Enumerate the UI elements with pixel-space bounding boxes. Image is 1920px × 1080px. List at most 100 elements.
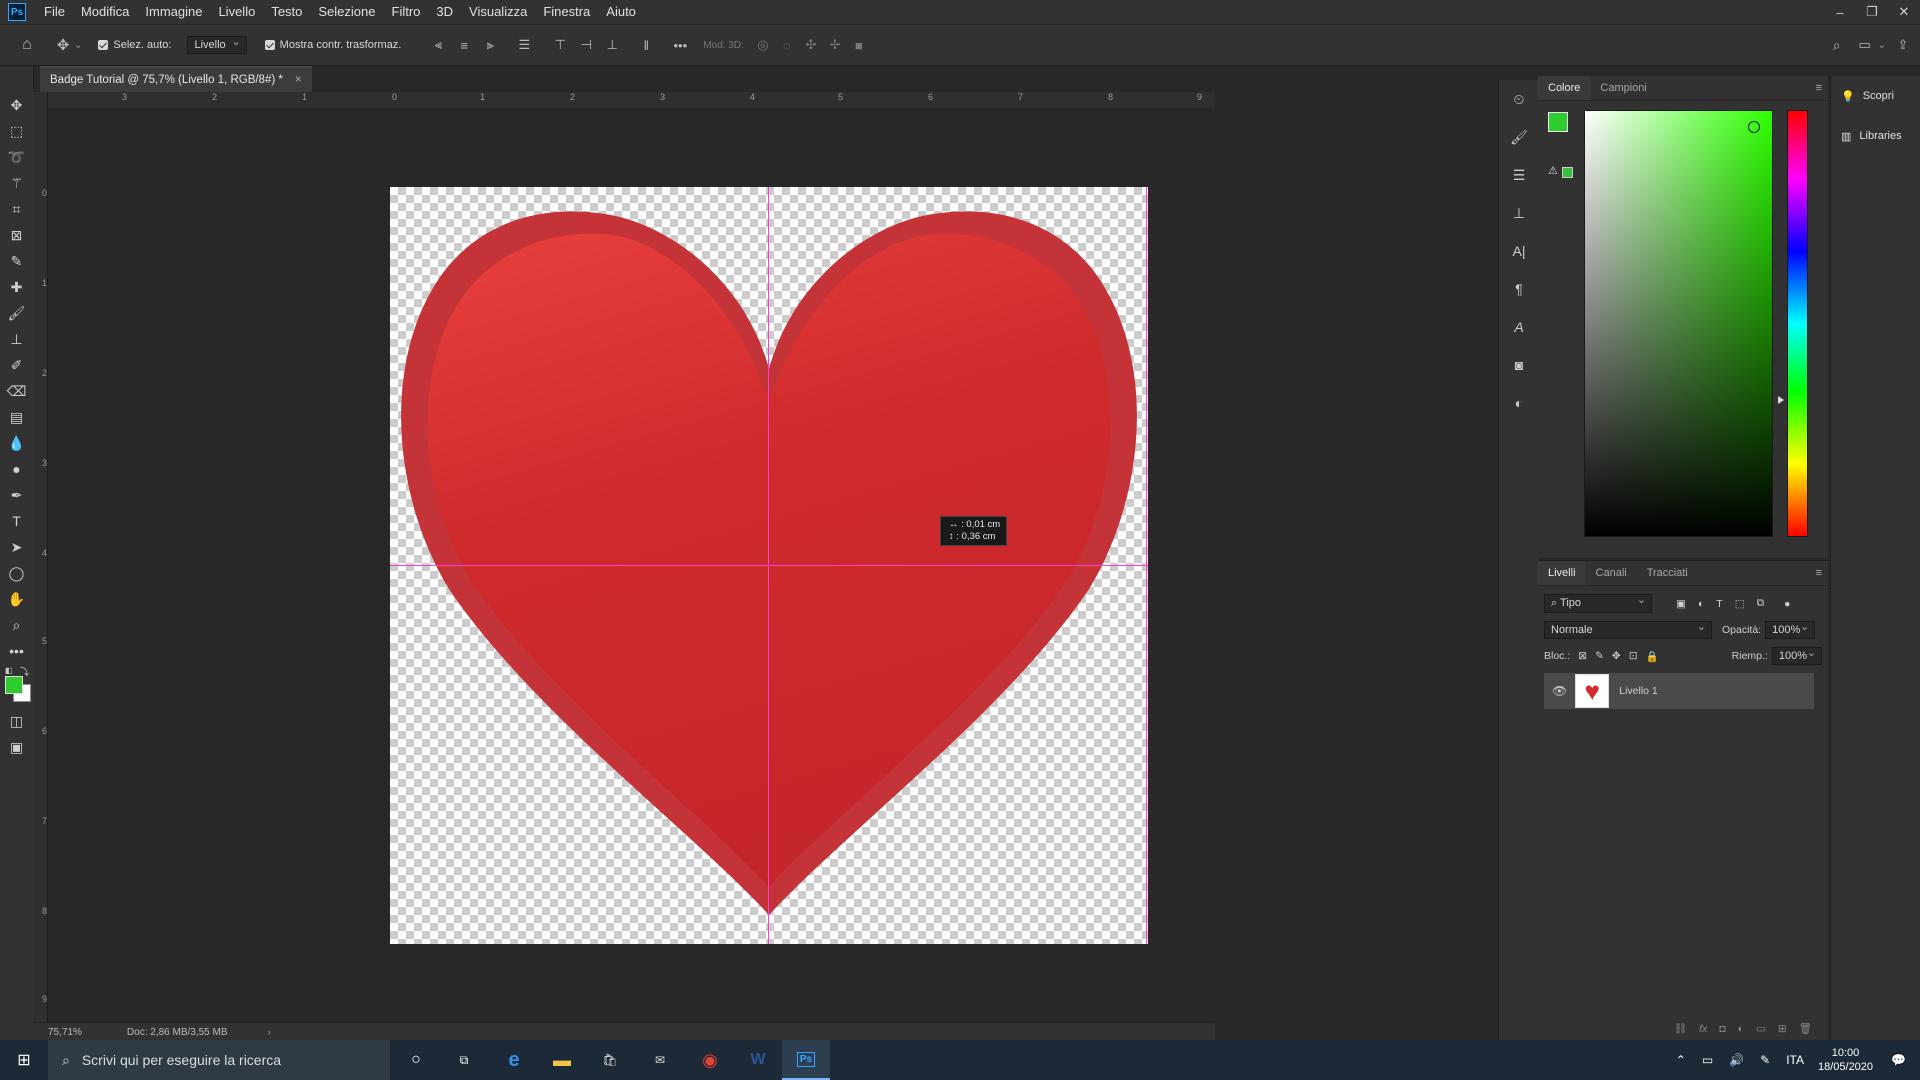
menu-edit[interactable]: Modifica — [73, 0, 137, 24]
screen-mode-icon[interactable]: ▣ — [0, 734, 33, 760]
task-view-icon[interactable]: ⧉ — [440, 1040, 488, 1080]
pen-workspace-icon[interactable]: ✎ — [1760, 1053, 1770, 1067]
auto-select-checkbox[interactable] — [98, 40, 109, 50]
menu-type[interactable]: Testo — [263, 0, 310, 24]
styles-icon[interactable]: ◐ — [1499, 384, 1539, 422]
distribute-vertical-icon[interactable]: ☰ — [517, 37, 531, 52]
cortana-icon[interactable]: ○ — [392, 1040, 440, 1080]
quick-mask-icon[interactable]: ◫ — [0, 708, 33, 734]
store-icon[interactable]: 🛍 — [586, 1040, 634, 1080]
marquee-tool-icon[interactable]: ⬚ — [0, 118, 33, 144]
hand-tool-icon[interactable]: ✋ — [0, 586, 33, 612]
share-icon[interactable]: ⇪ — [1896, 37, 1910, 52]
discover-panel-button[interactable]: 💡 Scopri — [1831, 76, 1920, 116]
layer-filter-dropdown[interactable]: ⌕ Tipo — [1544, 593, 1652, 613]
path-selection-tool-icon[interactable]: ➤ — [0, 534, 33, 560]
color-field[interactable] — [1584, 110, 1773, 537]
menu-layer[interactable]: Livello — [210, 0, 263, 24]
fx-icon[interactable]: fx — [1699, 1023, 1707, 1035]
tab-paths[interactable]: Tracciati — [1637, 561, 1698, 585]
new-adjustment-icon[interactable]: ◐ — [1738, 1023, 1744, 1035]
mail-icon[interactable]: ✉ — [636, 1040, 684, 1080]
gamut-swatch[interactable] — [1562, 167, 1573, 178]
add-mask-icon[interactable]: ◘ — [1719, 1023, 1725, 1035]
dodge-tool-icon[interactable]: ● — [0, 456, 33, 482]
foreground-swatch[interactable] — [1548, 112, 1568, 132]
search-icon[interactable]: ⌕ — [1830, 37, 1844, 53]
status-menu-arrow-icon[interactable]: › — [268, 1027, 271, 1038]
frame-tool-icon[interactable]: ⊠ — [0, 222, 33, 248]
character-icon[interactable]: A| — [1499, 232, 1539, 270]
history-icon[interactable]: ⏲ — [1499, 80, 1539, 118]
3d-camera-icon[interactable]: ■ — [852, 38, 866, 53]
filter-adjustment-icon[interactable]: ◐ — [1698, 598, 1704, 610]
opacity-field[interactable]: 100% — [1765, 620, 1816, 639]
network-icon[interactable]: ▭ — [1702, 1053, 1713, 1067]
adjustments-icon[interactable]: ☰ — [1499, 156, 1539, 194]
taskbar-search[interactable]: ⌕ Scrivi qui per eseguire la ricerca — [48, 1040, 390, 1080]
healing-brush-tool-icon[interactable]: ✚ — [0, 274, 33, 300]
blend-mode-dropdown[interactable]: Normale — [1544, 620, 1712, 639]
document-tab[interactable]: Badge Tutorial @ 75,7% (Livello 1, RGB/8… — [40, 66, 312, 92]
layer-row[interactable]: 👁 ♥ Livello 1 — [1544, 673, 1814, 709]
zoom-tool-icon[interactable]: ⌕ — [0, 612, 33, 638]
clock[interactable]: 10:00 18/05/2020 — [1818, 1046, 1873, 1074]
lasso-tool-icon[interactable]: ➰ — [0, 144, 33, 170]
workspace-icon[interactable]: ▭ — [1858, 37, 1872, 52]
volume-icon[interactable]: 🔊 — [1729, 1053, 1744, 1067]
tab-swatches[interactable]: Campioni — [1590, 76, 1656, 100]
type-tool-icon[interactable]: T — [0, 508, 33, 534]
panel-menu-icon[interactable]: ≡ — [1816, 82, 1822, 94]
word-icon[interactable]: W — [734, 1040, 782, 1080]
lock-position-icon[interactable]: ✥ — [1612, 650, 1621, 662]
libraries-panel-button[interactable]: ▥ Libraries — [1831, 116, 1920, 156]
vertical-scrollbar[interactable] — [1480, 92, 1492, 1022]
default-colors-icon[interactable]: ◧ — [5, 666, 13, 675]
more-options-icon[interactable]: ••• — [673, 38, 688, 53]
filter-toggle-icon[interactable]: ● — [1784, 598, 1790, 610]
menu-image[interactable]: Immagine — [137, 0, 210, 24]
menu-3d[interactable]: 3D — [428, 0, 461, 24]
tab-color[interactable]: Colore — [1538, 76, 1591, 100]
history-brush-tool-icon[interactable]: ✐ — [0, 352, 33, 378]
hue-slider[interactable] — [1787, 110, 1808, 537]
chrome-icon[interactable]: ◉ — [686, 1040, 734, 1080]
3d-roll-icon[interactable]: ◌ — [780, 38, 794, 53]
horizontal-guide[interactable] — [390, 565, 1148, 566]
menu-file[interactable]: File — [36, 0, 73, 24]
menu-filter[interactable]: Filtro — [384, 0, 429, 24]
workspace-chevron-icon[interactable]: ⌄ — [1878, 40, 1886, 51]
properties-icon[interactable]: ◙ — [1499, 346, 1539, 384]
edit-toolbar-icon[interactable]: ••• — [0, 638, 33, 664]
color-picker-cursor[interactable] — [1748, 121, 1760, 133]
photoshop-taskbar-icon[interactable]: Ps — [782, 1040, 830, 1080]
align-center-icon[interactable]: ≡ — [457, 38, 471, 53]
layers-menu-icon[interactable]: ≡ — [1816, 567, 1822, 579]
new-group-icon[interactable]: ▭ — [1756, 1023, 1766, 1035]
brush-tool-icon[interactable]: 🖌 — [0, 300, 33, 326]
file-explorer-icon[interactable]: ▬ — [538, 1040, 586, 1080]
menu-view[interactable]: Visualizza — [461, 0, 535, 24]
out-of-gamut-warning-icon[interactable]: ⚠ — [1548, 164, 1558, 177]
ellipse-tool-icon[interactable]: ◯ — [0, 560, 33, 586]
eraser-tool-icon[interactable]: ⌫ — [0, 378, 33, 404]
zoom-level[interactable]: 75,71% — [48, 1027, 82, 1038]
filter-shape-icon[interactable]: ⬚ — [1735, 598, 1745, 610]
layer-name[interactable]: Livello 1 — [1619, 685, 1658, 697]
filter-smart-object-icon[interactable]: ⧉ — [1757, 597, 1765, 610]
align-right-icon[interactable]: ⫸ — [483, 37, 497, 52]
tab-channels[interactable]: Canali — [1586, 561, 1637, 585]
lock-pixels-icon[interactable]: ✎ — [1595, 650, 1604, 662]
windows-start-icon[interactable]: ⊞ — [0, 1040, 48, 1080]
3d-orbit-icon[interactable]: ◎ — [756, 37, 770, 52]
language-indicator[interactable]: ITA — [1786, 1053, 1804, 1067]
clone-stamp-tool-icon[interactable]: ⊥ — [0, 326, 33, 352]
gradient-tool-icon[interactable]: ▤ — [0, 404, 33, 430]
link-layers-icon[interactable]: ⛓ — [1674, 1022, 1687, 1035]
lock-all-icon[interactable]: 🔒 — [1646, 650, 1659, 663]
menu-help[interactable]: Aiuto — [598, 0, 644, 24]
align-bottom-icon[interactable]: ⊥ — [605, 37, 619, 52]
filter-type-icon[interactable]: T — [1716, 598, 1722, 610]
close-tab-icon[interactable]: × — [295, 74, 302, 86]
auto-select-target-dropdown[interactable]: Livello — [187, 35, 247, 54]
